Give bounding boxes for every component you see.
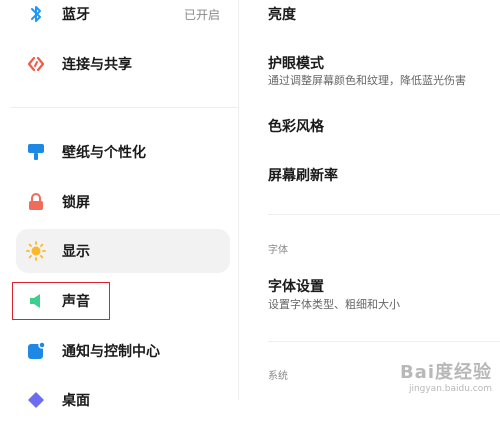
highlight-box (12, 282, 110, 320)
baidu-watermark: Bai度经验 jingyan.baidu.com (400, 358, 492, 394)
sidebar-item-notifications[interactable]: 通知与控制中心 (16, 329, 230, 373)
sidebar-item-label: 显示 (62, 244, 90, 260)
sidebar-divider (10, 107, 238, 108)
sidebar-item-label: 通知与控制中心 (62, 344, 160, 360)
sidebar-item-label: 桌面 (62, 393, 90, 409)
sidebar-item-desktop[interactable]: 桌面 (16, 378, 230, 422)
refresh-rate-item[interactable]: 屏幕刷新率 (268, 165, 338, 185)
sidebar-item-label: 连接与共享 (62, 57, 132, 73)
section-divider (268, 341, 500, 342)
eye-care-subtitle: 通过调整屏幕颜色和纹理，降低蓝光伤害 (268, 74, 466, 87)
sidebar-item-label: 壁纸与个性化 (62, 145, 146, 161)
wallpaper-icon (26, 142, 46, 162)
sidebar-item-label: 锁屏 (62, 195, 90, 211)
color-style-item[interactable]: 色彩风格 (268, 116, 324, 136)
watermark-url: jingyan.baidu.com (408, 384, 492, 394)
font-settings-subtitle: 设置字体类型、粗细和大小 (268, 298, 400, 311)
system-section-header: 系统 (268, 371, 288, 382)
font-section-header: 字体 (268, 245, 288, 256)
bluetooth-status: 已开启 (183, 7, 220, 22)
sidebar-item-lock-screen[interactable]: 锁屏 (16, 180, 230, 224)
sidebar-item-connection-sharing[interactable]: 连接与共享 (16, 42, 230, 86)
font-settings-title[interactable]: 字体设置 (268, 276, 324, 296)
sun-icon (26, 241, 46, 261)
desktop-icon (26, 390, 46, 410)
sidebar-item-label: 蓝牙 (62, 7, 90, 23)
sidebar-item-display[interactable]: 显示 (16, 229, 230, 273)
section-divider (268, 214, 500, 215)
watermark-logo-text: Bai度经验 (399, 362, 492, 383)
share-icon (26, 54, 46, 74)
sidebar-item-wallpaper[interactable]: 壁纸与个性化 (16, 130, 230, 174)
eye-care-title[interactable]: 护眼模式 (268, 53, 324, 73)
display-settings-panel: 亮度 护眼模式 通过调整屏幕颜色和纹理，降低蓝光伤害 色彩风格 屏幕刷新率 字体… (239, 0, 500, 400)
settings-sidebar: 蓝牙 已开启 连接与共享 壁纸与个性化 锁屏 显示 声音 通知与控制中心 桌面 (0, 0, 239, 409)
brightness-item[interactable]: 亮度 (268, 4, 296, 24)
lock-icon (26, 192, 46, 212)
sidebar-item-bluetooth[interactable]: 蓝牙 已开启 (16, 0, 230, 36)
notification-icon (26, 341, 46, 361)
bluetooth-icon (26, 4, 46, 24)
